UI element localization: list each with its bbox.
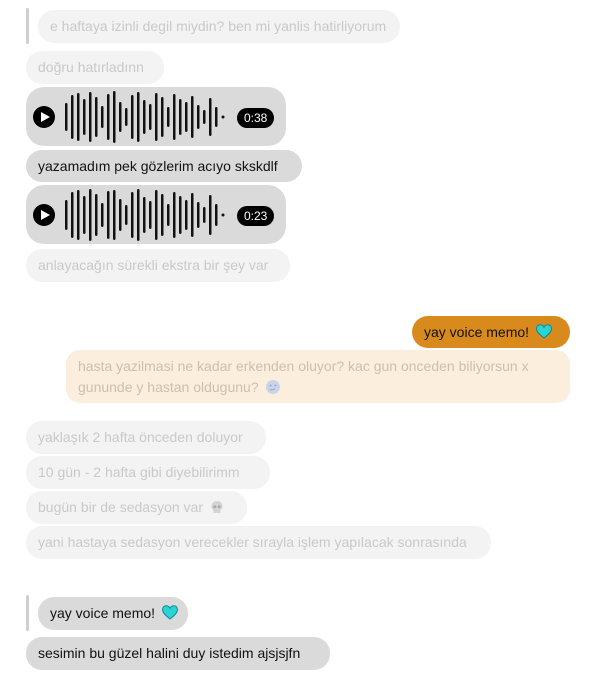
waveform-bar: [83, 195, 86, 234]
waveform-bar: [137, 188, 140, 241]
waveform-bar: [179, 98, 182, 135]
quoted-message-text: yay voice memo!: [50, 605, 156, 621]
waveform: [65, 188, 225, 241]
waveform-bar: [77, 189, 80, 240]
message-text: yay voice memo!: [424, 324, 530, 340]
quoted-message[interactable]: hasta yazilmasi ne kadar erkenden oluyor…: [66, 350, 570, 403]
message-bubble[interactable]: doğru hatırladınn: [26, 51, 164, 84]
waveform-dot: [221, 115, 225, 118]
message-text: anlayacağın sürekli ekstra bir şey var: [38, 257, 269, 273]
waveform-bar: [209, 194, 212, 235]
waveform-bar: [89, 91, 92, 142]
waveform-bar: [101, 105, 104, 128]
waveform: [65, 90, 225, 143]
waveform-bar: [179, 195, 182, 234]
waveform-bar: [209, 97, 212, 136]
waveform-bar: [119, 101, 122, 132]
waveform-bar: [113, 90, 116, 143]
waveform-bar: [155, 189, 158, 240]
message-bubble[interactable]: anlayacağın sürekli ekstra bir şey var: [26, 249, 290, 282]
reply-quote-bar: [26, 8, 29, 44]
voice-duration: 0:38: [237, 108, 275, 128]
waveform-bar: [197, 201, 200, 228]
message-text: yazamadım pek gözlerim acıyo skskdlf: [38, 158, 278, 174]
waveform-bar: [215, 203, 218, 226]
waveform-bar: [191, 192, 194, 237]
waveform-bar: [185, 101, 188, 132]
waveform-bar: [203, 206, 206, 223]
message-text: sesimin bu güzel halini duy istedim ajsj…: [38, 645, 301, 661]
waveform-bar: [125, 107, 128, 126]
play-icon[interactable]: [33, 203, 55, 226]
message-bubble[interactable]: yani hastaya sedasyon verecekler sırayla…: [26, 526, 491, 559]
quoted-message-text: e haftaya izinli degil miydin? ben mi ya…: [50, 18, 387, 34]
waveform-bar: [167, 203, 170, 226]
thinking-face-icon: [265, 379, 280, 394]
waveform-bar: [113, 189, 116, 240]
play-icon[interactable]: [33, 105, 55, 128]
quoted-message-text: gununde y hastan oldugunu?: [78, 378, 259, 395]
waveform-bar: [143, 99, 146, 134]
waveform-bar: [197, 104, 200, 129]
message-bubble[interactable]: sesimin bu güzel halini duy istedim ajsj…: [26, 637, 330, 670]
voice-duration: 0:23: [237, 206, 275, 226]
quoted-message[interactable]: yay voice memo!: [38, 597, 188, 630]
waveform-bar: [71, 94, 74, 139]
voice-message[interactable]: 0:23: [26, 185, 286, 244]
message-text: doğru hatırladınn: [38, 59, 144, 75]
message-bubble[interactable]: 10 gün - 2 hafta gibi diyebilirimm: [26, 456, 270, 489]
waveform-bar: [161, 96, 164, 137]
message-text: yani hastaya sedasyon verecekler sırayla…: [38, 534, 467, 550]
waveform-bar: [149, 200, 152, 229]
turquoise-heart-icon: [161, 605, 178, 620]
waveform-bar: [65, 102, 68, 131]
message-bubble[interactable]: yazamadım pek gözlerim acıyo skskdlf: [26, 150, 302, 182]
message-text: yaklaşık 2 hafta önceden doluyor: [38, 429, 243, 445]
waveform-bar: [203, 109, 206, 124]
skull-icon: [211, 501, 223, 513]
quoted-message[interactable]: e haftaya izinli degil miydin? ben mi ya…: [38, 10, 400, 43]
waveform-bar: [125, 204, 128, 225]
waveform-bar: [89, 188, 92, 241]
waveform-bar: [71, 191, 74, 238]
quoted-message-text: hasta yazilmasi ne kadar erkenden oluyor…: [78, 358, 529, 374]
turquoise-heart-icon: [535, 324, 552, 339]
waveform-bar: [101, 202, 104, 227]
waveform-bar: [173, 191, 176, 238]
waveform-bar: [167, 106, 170, 127]
waveform-bar: [95, 193, 98, 236]
waveform-bar: [137, 91, 140, 142]
waveform-bar: [185, 199, 188, 230]
waveform-bar: [107, 93, 110, 140]
message-text: bugün bir de sedasyon var: [38, 499, 203, 515]
waveform-bar: [215, 106, 218, 127]
waveform-bar: [143, 196, 146, 233]
voice-message[interactable]: 0:38: [26, 87, 286, 146]
message-bubble[interactable]: bugün bir de sedasyon var: [26, 491, 247, 524]
waveform-bar: [131, 94, 134, 139]
waveform-dot: [221, 213, 225, 216]
waveform-bar: [155, 92, 158, 141]
waveform-bar: [191, 95, 194, 138]
waveform-bar: [173, 93, 176, 140]
reply-quote-bar: [26, 595, 29, 631]
waveform-bar: [83, 98, 86, 135]
waveform-bar: [119, 198, 122, 231]
waveform-bar: [65, 199, 68, 230]
waveform-bar: [161, 193, 164, 236]
waveform-bar: [95, 96, 98, 137]
message-bubble[interactable]: yaklaşık 2 hafta önceden doluyor: [26, 421, 266, 454]
waveform-bar: [149, 103, 152, 130]
message-text: 10 gün - 2 hafta gibi diyebilirimm: [38, 464, 240, 480]
sent-message-bubble[interactable]: yay voice memo!: [412, 316, 570, 348]
waveform-bar: [77, 92, 80, 141]
waveform-bar: [107, 190, 110, 239]
waveform-bar: [131, 191, 134, 238]
